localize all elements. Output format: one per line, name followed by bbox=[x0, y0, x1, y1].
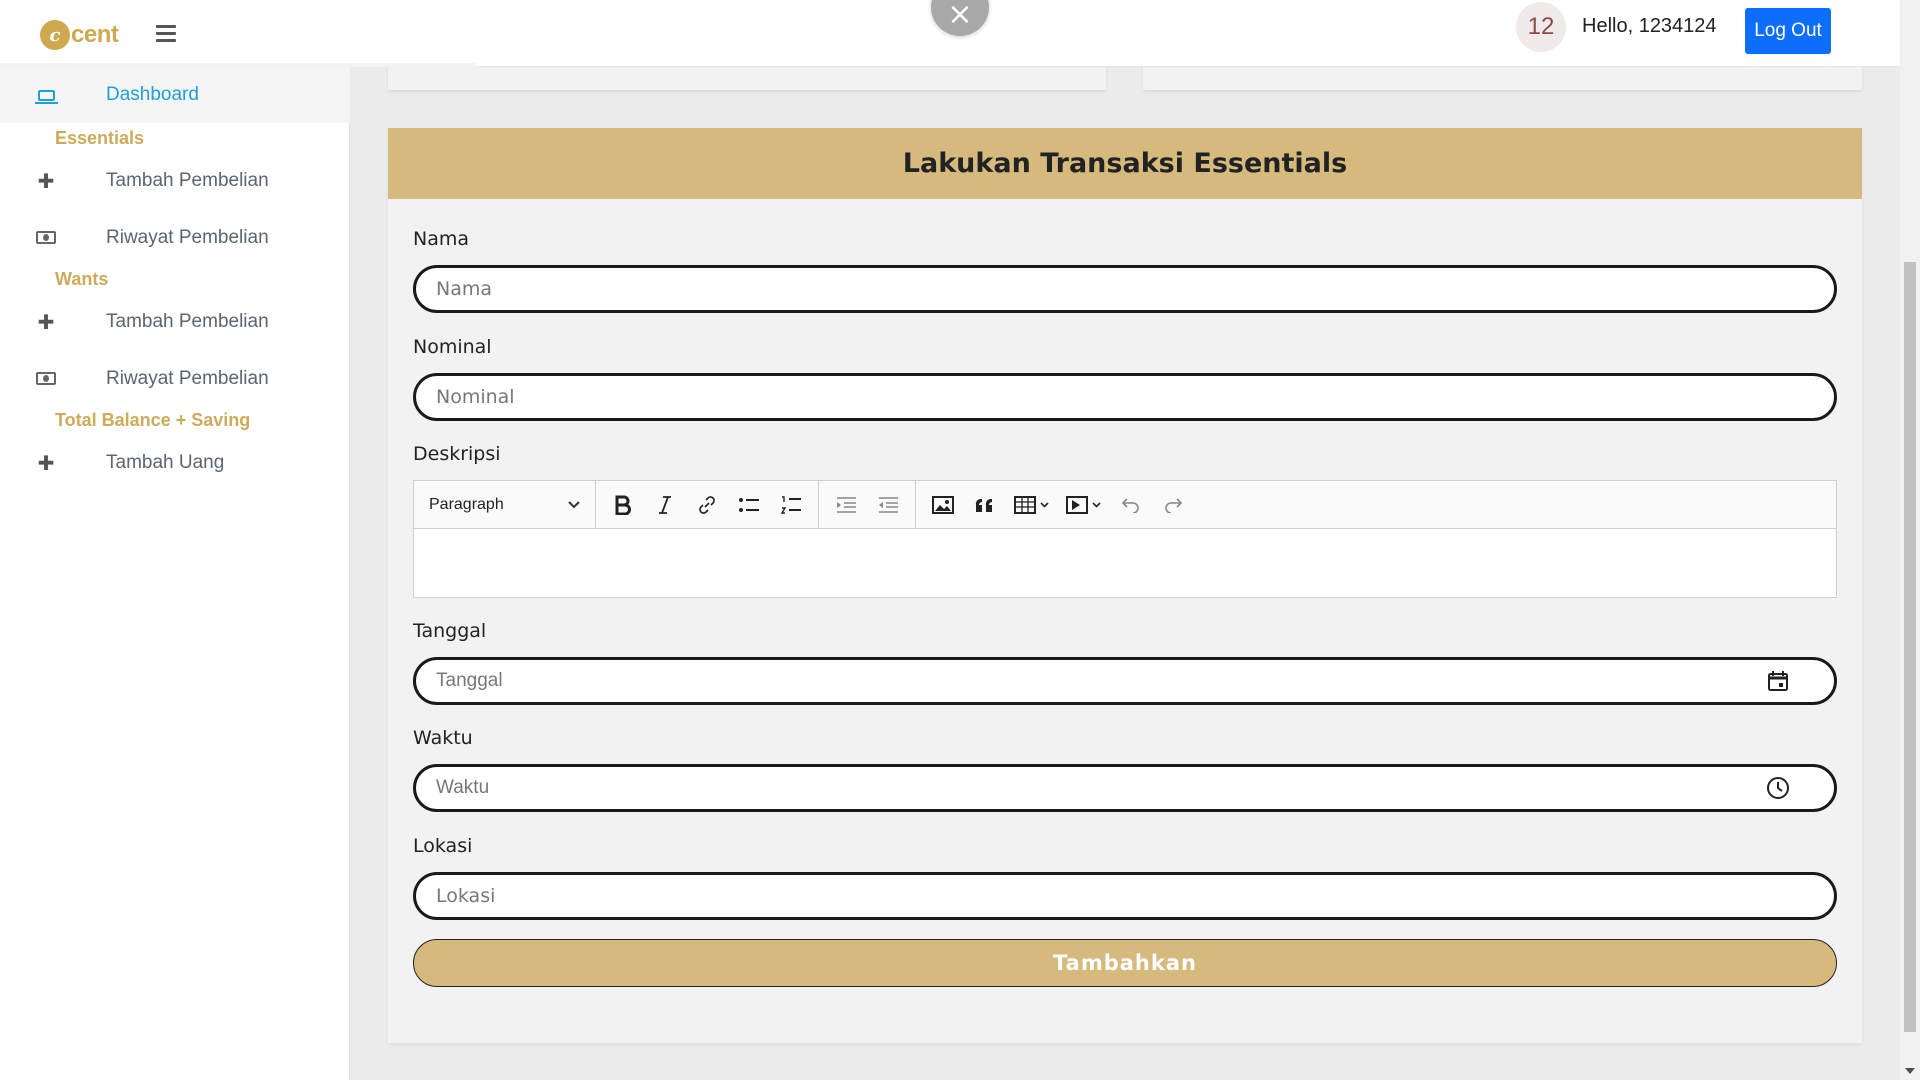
page-scrollbar[interactable] bbox=[1900, 0, 1920, 1080]
nama-label: Nama bbox=[413, 228, 470, 250]
nama-input[interactable] bbox=[413, 265, 1837, 313]
sidebar-item-label: Tambah Pembelian bbox=[106, 170, 269, 191]
editor-toolbar: Paragraph bbox=[414, 480, 1836, 529]
waktu-label: Waktu bbox=[413, 727, 473, 749]
sidebar-heading-essentials: Essentials bbox=[55, 128, 145, 148]
toolbar-group-insert bbox=[916, 481, 1200, 529]
transaction-form-card: Lakukan Transaksi Essentials Nama Nomina… bbox=[388, 128, 1862, 1043]
editor-content-area[interactable] bbox=[414, 529, 1836, 597]
deskripsi-label: Deskripsi bbox=[413, 443, 501, 465]
hamburger-icon[interactable] bbox=[156, 25, 176, 43]
money-bill-icon bbox=[36, 227, 56, 250]
plus-icon: ✚ bbox=[37, 311, 55, 334]
logo-coin-icon: c bbox=[40, 20, 70, 50]
sidebar-item-label: Dashboard bbox=[106, 84, 199, 105]
blockquote-icon[interactable] bbox=[967, 487, 1003, 523]
sidebar-item-essentials-riwayat-pembelian[interactable]: Riwayat Pembelian bbox=[0, 210, 350, 266]
plus-icon: ✚ bbox=[37, 170, 55, 193]
plus-icon: ✚ bbox=[37, 452, 55, 475]
toolbar-group-indent bbox=[819, 480, 916, 529]
sidebar-item-label: Riwayat Pembelian bbox=[106, 368, 269, 389]
increase-indent-icon[interactable] bbox=[828, 487, 864, 523]
sidebar-item-dashboard[interactable]: Dashboard bbox=[0, 67, 350, 123]
numbered-list-icon[interactable] bbox=[773, 487, 809, 523]
brand-logo[interactable]: c cent bbox=[40, 20, 119, 50]
sidebar-heading-total-balance: Total Balance + Saving bbox=[55, 410, 251, 430]
tanggal-input[interactable] bbox=[413, 657, 1837, 705]
sidebar-item-label: Tambah Pembelian bbox=[106, 311, 269, 332]
undo-icon[interactable] bbox=[1113, 487, 1149, 523]
sidebar-item-tambah-uang[interactable]: ✚ Tambah Uang bbox=[0, 435, 350, 491]
redo-icon[interactable] bbox=[1155, 487, 1191, 523]
money-bill-icon bbox=[36, 368, 56, 391]
nominal-label: Nominal bbox=[413, 336, 492, 358]
italic-icon[interactable] bbox=[647, 487, 683, 523]
sidebar: Dashboard Essentials ✚ Tambah Pembelian … bbox=[0, 67, 350, 1080]
toolbar-group-format bbox=[596, 480, 819, 529]
image-icon[interactable] bbox=[925, 487, 961, 523]
nominal-input[interactable] bbox=[413, 373, 1837, 421]
table-icon[interactable] bbox=[1009, 487, 1055, 523]
scroll-down-arrow-icon[interactable] bbox=[1905, 1068, 1915, 1074]
sidebar-item-label: Tambah Uang bbox=[106, 452, 225, 473]
chevron-down-icon bbox=[568, 500, 580, 508]
rich-text-editor: Paragraph bbox=[413, 480, 1837, 598]
form-title: Lakukan Transaksi Essentials bbox=[902, 148, 1348, 179]
bulleted-list-icon[interactable] bbox=[731, 487, 767, 523]
sidebar-heading-wants: Wants bbox=[55, 269, 109, 289]
waktu-input[interactable] bbox=[413, 764, 1837, 812]
sidebar-item-wants-riwayat-pembelian[interactable]: Riwayat Pembelian bbox=[0, 351, 350, 407]
greeting-text: Hello, 1234124 bbox=[1582, 15, 1717, 37]
scrollbar-thumb[interactable] bbox=[1904, 262, 1916, 1032]
tanggal-label: Tanggal bbox=[413, 620, 487, 642]
sidebar-item-essentials-tambah-pembelian[interactable]: ✚ Tambah Pembelian bbox=[0, 153, 350, 209]
tambahkan-button[interactable]: Tambahkan bbox=[413, 939, 1837, 987]
laptop-icon bbox=[34, 84, 58, 107]
paragraph-style-value: Paragraph bbox=[429, 495, 504, 513]
lokasi-label: Lokasi bbox=[413, 835, 473, 857]
sidebar-item-label: Riwayat Pembelian bbox=[106, 227, 269, 248]
paragraph-style-dropdown[interactable]: Paragraph bbox=[414, 480, 596, 529]
logo-text: cent bbox=[71, 21, 119, 48]
decrease-indent-icon[interactable] bbox=[870, 487, 906, 523]
lokasi-input[interactable] bbox=[413, 872, 1837, 920]
sidebar-item-wants-tambah-pembelian[interactable]: ✚ Tambah Pembelian bbox=[0, 294, 350, 350]
topbar-divider bbox=[0, 63, 476, 67]
bold-icon[interactable] bbox=[605, 487, 641, 523]
notification-badge[interactable]: 12 bbox=[1516, 2, 1566, 52]
link-icon[interactable] bbox=[689, 487, 725, 523]
media-icon[interactable] bbox=[1061, 487, 1107, 523]
card-header: Lakukan Transaksi Essentials bbox=[388, 128, 1862, 199]
logout-button[interactable]: Log Out bbox=[1745, 8, 1831, 54]
clock-icon[interactable] bbox=[1766, 776, 1790, 800]
calendar-icon[interactable] bbox=[1766, 669, 1790, 693]
